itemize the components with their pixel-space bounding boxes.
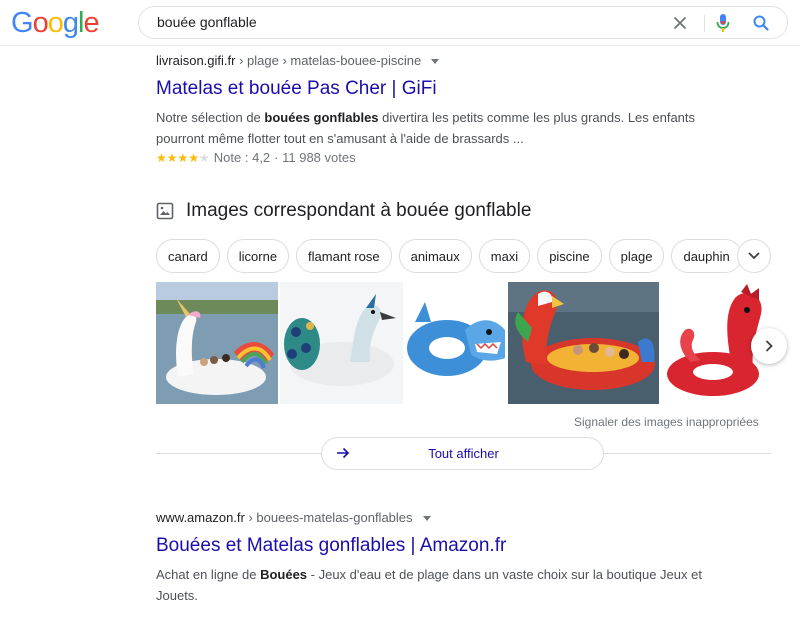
chip-plage[interactable]: plage bbox=[608, 239, 665, 273]
logo-letter: e bbox=[83, 7, 99, 39]
thumbnail-shark-ring[interactable] bbox=[405, 282, 506, 404]
report-images-link[interactable]: Signaler des images inappropriées bbox=[574, 415, 759, 429]
result-title-link[interactable]: Bouées et Matelas gonflables | Amazon.fr bbox=[156, 534, 736, 558]
chevron-down-icon bbox=[748, 252, 760, 260]
thumbnail-peacock-float[interactable] bbox=[280, 282, 403, 404]
chip-piscine[interactable]: piscine bbox=[537, 239, 602, 273]
show-all-button[interactable]: Tout afficher bbox=[321, 437, 604, 470]
image-filter-chips: canard licorne flamant rose animaux maxi… bbox=[156, 239, 771, 273]
search-button[interactable] bbox=[750, 12, 772, 34]
chip-maxi[interactable]: maxi bbox=[478, 239, 531, 273]
chip-licorne[interactable]: licorne bbox=[226, 239, 290, 273]
snippet-highlight: bouées gonflables bbox=[264, 110, 379, 125]
result-snippet: Notre sélection de bouées gonflables div… bbox=[156, 107, 736, 149]
snippet-highlight: Bouées bbox=[260, 567, 308, 582]
result-domain: livraison.gifi.fr bbox=[156, 53, 236, 68]
caret-down-icon[interactable] bbox=[422, 516, 431, 522]
rating-value: Note : 4,2 bbox=[213, 150, 271, 165]
thumbnails-next-button[interactable] bbox=[751, 328, 787, 364]
image-thumbnails bbox=[156, 282, 771, 404]
logo-letter: g bbox=[62, 7, 79, 39]
chevron-right-icon bbox=[765, 340, 773, 352]
chip-dauphin[interactable]: dauphin bbox=[671, 239, 742, 273]
logo-letter: o bbox=[32, 7, 49, 39]
clear-search-button[interactable] bbox=[669, 12, 691, 34]
rating-row: ★★★★★★★★★★ Note : 4,2 · 11 988 votes bbox=[156, 149, 736, 167]
logo-letter: o bbox=[47, 7, 64, 39]
images-heading-text: Images correspondant à bouée gonflable bbox=[186, 200, 532, 221]
result-url[interactable]: livraison.gifi.fr › plage › matelas-boue… bbox=[156, 52, 736, 70]
divider-line bbox=[156, 453, 322, 454]
images-heading: Images correspondant à bouée gonflable bbox=[156, 200, 531, 222]
google-logo[interactable]: Google bbox=[11, 6, 100, 40]
thumbnail-parrot-float[interactable] bbox=[508, 282, 659, 404]
search-input[interactable] bbox=[157, 14, 627, 30]
voice-search-button[interactable] bbox=[712, 12, 734, 34]
snippet-text: Achat en ligne de bbox=[156, 567, 261, 582]
search-box bbox=[138, 6, 788, 39]
snippet-text: Notre sélection de bbox=[156, 110, 265, 125]
header-bar: Google bbox=[0, 0, 800, 46]
result-path: › plage › matelas-bouee-piscine bbox=[235, 53, 422, 68]
star-rating: ★★★★★★★★★★ bbox=[156, 151, 210, 165]
result-title-link[interactable]: Matelas et bouée Pas Cher | GiFi bbox=[156, 77, 736, 101]
chip-canard[interactable]: canard bbox=[156, 239, 220, 273]
stars-filled: ★★★★★ bbox=[156, 151, 201, 165]
close-icon bbox=[674, 17, 686, 29]
chip-animaux[interactable]: animaux bbox=[398, 239, 472, 273]
search-result: livraison.gifi.fr › plage › matelas-boue… bbox=[156, 52, 736, 167]
show-all-label: Tout afficher bbox=[428, 446, 499, 461]
rating-votes: · 11 988 votes bbox=[274, 150, 356, 165]
result-url[interactable]: www.amazon.fr › bouees-matelas-gonflable… bbox=[156, 509, 736, 527]
caret-down-icon[interactable] bbox=[431, 59, 440, 65]
search-result: www.amazon.fr › bouees-matelas-gonflable… bbox=[156, 509, 736, 606]
divider-line bbox=[603, 453, 771, 454]
result-snippet: Achat en ligne de Bouées - Jeux d'eau et… bbox=[156, 564, 736, 606]
result-path: › bouees-matelas-gonflables bbox=[244, 510, 413, 525]
result-domain: www.amazon.fr bbox=[156, 510, 245, 525]
search-icon bbox=[753, 15, 769, 31]
search-divider bbox=[704, 15, 705, 32]
chips-expand-button[interactable] bbox=[737, 239, 771, 273]
logo-letter: G bbox=[11, 7, 34, 39]
chip-flamant-rose[interactable]: flamant rose bbox=[296, 239, 392, 273]
microphone-icon bbox=[716, 14, 730, 32]
thumbnail-unicorn-float[interactable] bbox=[156, 282, 278, 404]
image-icon bbox=[156, 202, 174, 220]
